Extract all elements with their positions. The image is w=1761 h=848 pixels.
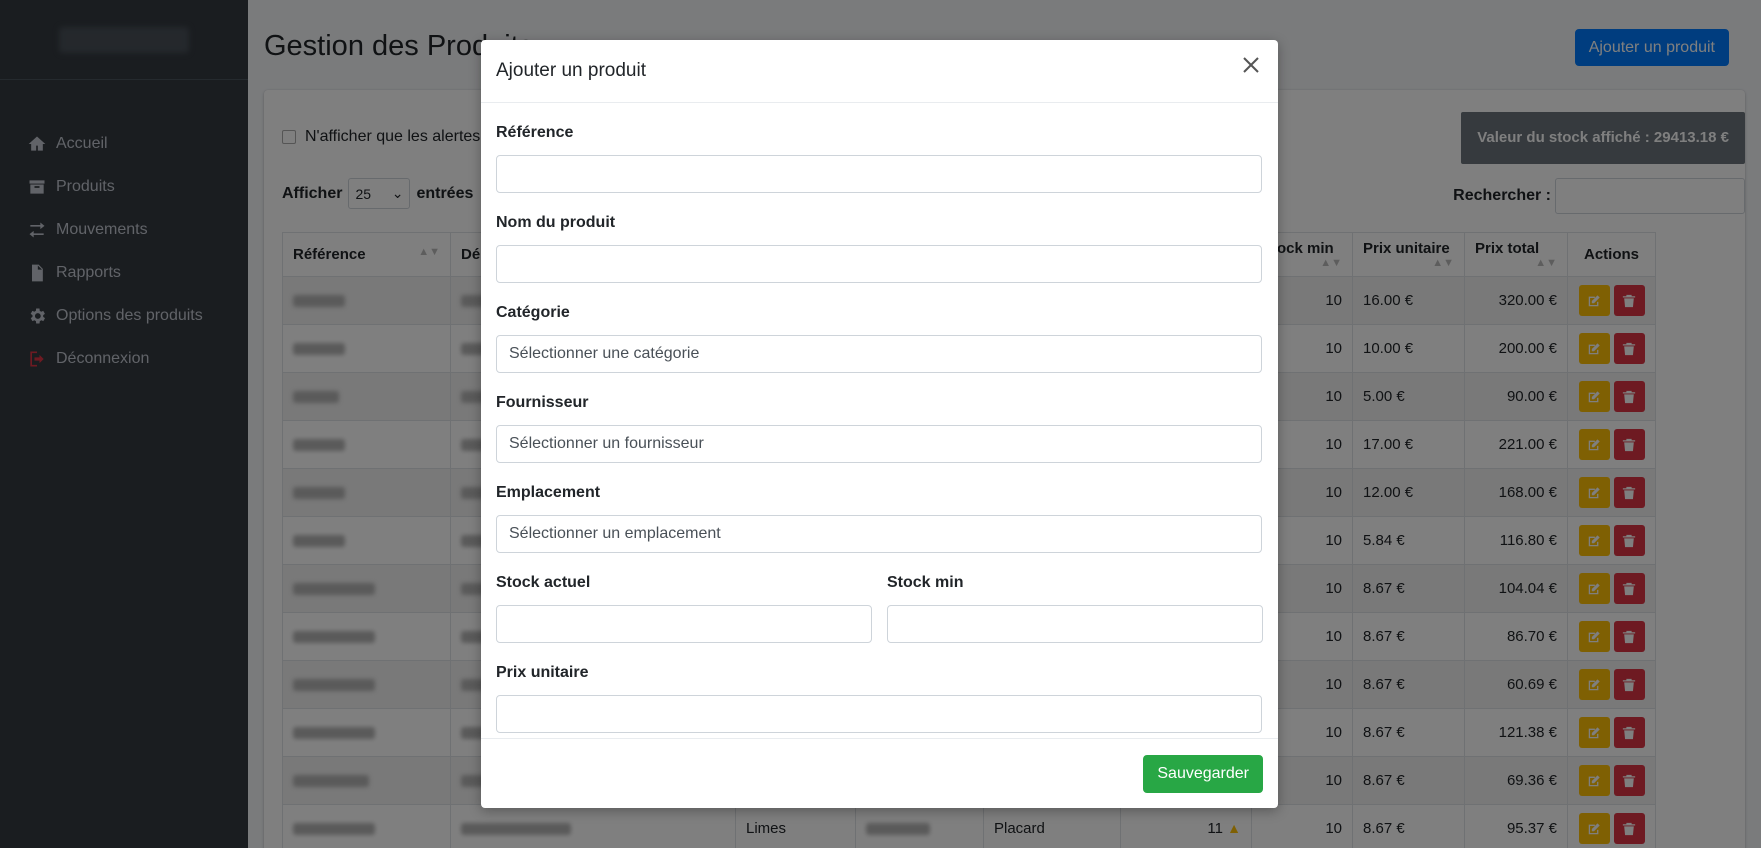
reference-input[interactable] bbox=[496, 155, 1262, 193]
reference-label: Référence bbox=[496, 124, 574, 141]
form-group-reference: Référence bbox=[496, 121, 1263, 193]
location-select[interactable]: Sélectionner un emplacement bbox=[496, 515, 1262, 553]
unit-price-input[interactable] bbox=[496, 695, 1262, 733]
stock-label: Stock actuel bbox=[496, 574, 591, 591]
location-label: Emplacement bbox=[496, 484, 601, 501]
category-select[interactable]: Sélectionner une catégorie bbox=[496, 335, 1262, 373]
form-group-category: Catégorie Sélectionner une catégorie bbox=[496, 301, 1263, 373]
form-group-supplier: Fournisseur Sélectionner un fournisseur bbox=[496, 391, 1263, 463]
form-group-stock-min: Stock min bbox=[887, 571, 1263, 661]
form-group-location: Emplacement Sélectionner un emplacement bbox=[496, 481, 1263, 553]
form-group-stock: Stock actuel bbox=[496, 571, 872, 661]
unit-price-label: Prix unitaire bbox=[496, 664, 589, 681]
close-icon bbox=[1243, 57, 1259, 73]
stock-min-label: Stock min bbox=[887, 574, 964, 591]
add-product-modal: Ajouter un produit Référence Nom du prod… bbox=[481, 40, 1278, 808]
close-button[interactable] bbox=[1238, 52, 1264, 78]
modal-body: Référence Nom du produit Catégorie Sélec… bbox=[481, 103, 1278, 733]
modal-title: Ajouter un produit bbox=[496, 60, 646, 81]
supplier-label: Fournisseur bbox=[496, 394, 589, 411]
name-label: Nom du produit bbox=[496, 214, 616, 231]
stock-min-input[interactable] bbox=[887, 605, 1263, 643]
name-input[interactable] bbox=[496, 245, 1262, 283]
stock-input[interactable] bbox=[496, 605, 872, 643]
modal-header: Ajouter un produit bbox=[481, 40, 1278, 103]
supplier-select[interactable]: Sélectionner un fournisseur bbox=[496, 425, 1262, 463]
modal-footer: Sauvegarder bbox=[481, 738, 1278, 808]
form-group-name: Nom du produit bbox=[496, 211, 1263, 283]
stock-row: Stock actuel Stock min bbox=[496, 571, 1263, 661]
category-label: Catégorie bbox=[496, 304, 570, 321]
form-group-unit-price: Prix unitaire bbox=[496, 661, 1263, 733]
save-button[interactable]: Sauvegarder bbox=[1143, 754, 1263, 793]
